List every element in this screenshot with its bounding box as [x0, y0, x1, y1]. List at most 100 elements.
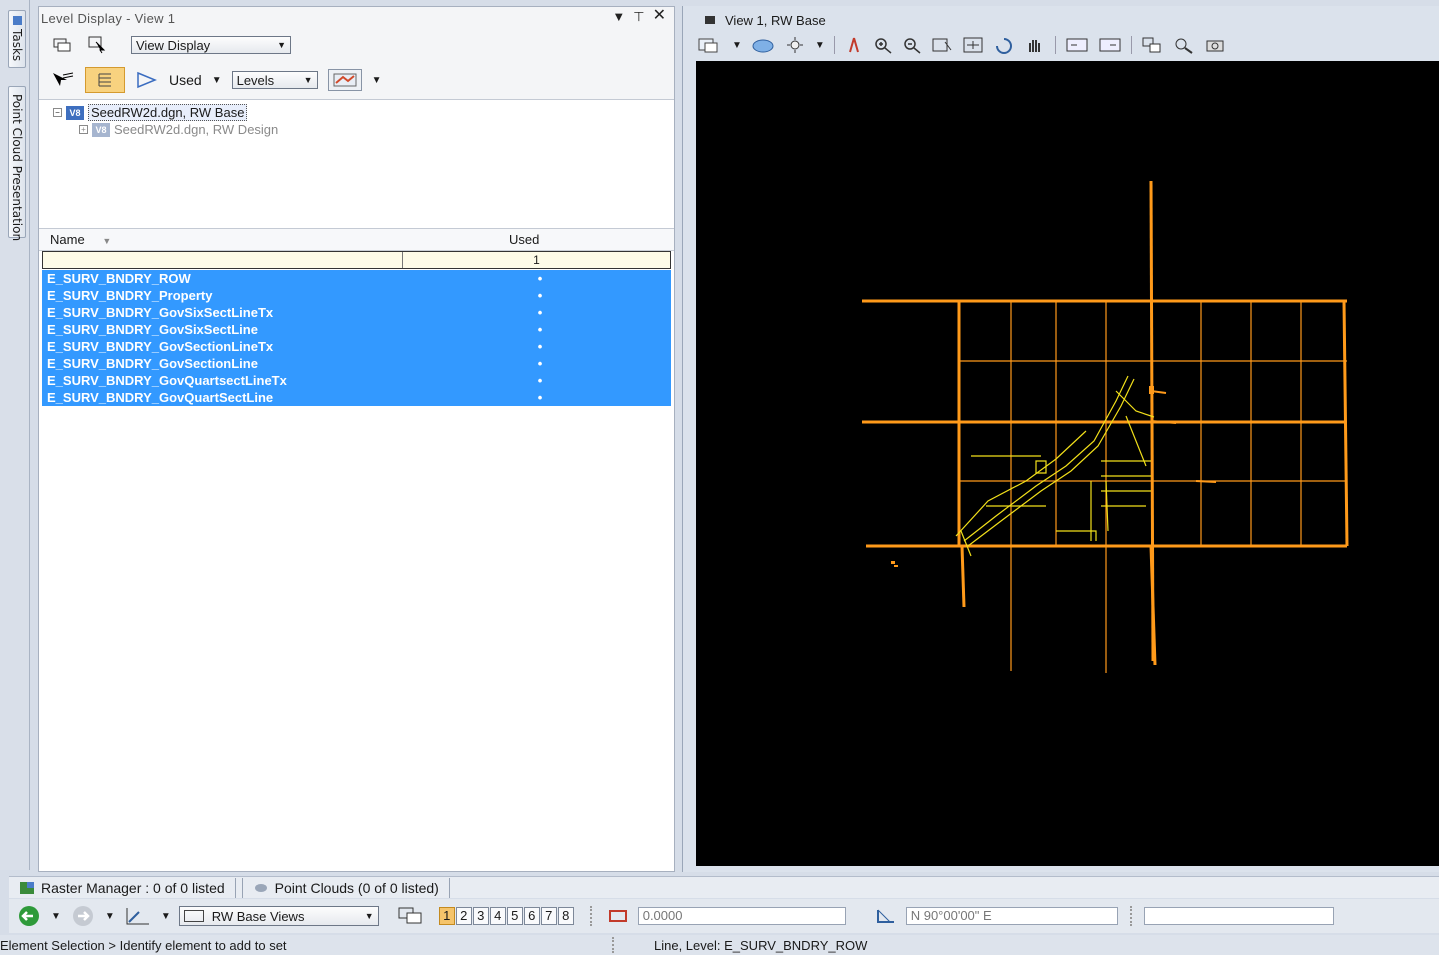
column-header-used[interactable]: Used — [509, 232, 539, 247]
drawing-canvas[interactable] — [696, 61, 1439, 866]
view-6-button[interactable]: 6 — [523, 907, 540, 925]
view-toolbar: ▼ ▼ — [697, 36, 1227, 54]
level-used-dot: • — [537, 390, 543, 405]
view-number-buttons: 12345678 — [438, 907, 574, 925]
levels-combo[interactable]: Levels ▼ — [231, 71, 318, 89]
level-row[interactable]: E_SURV_BNDRY_GovQuartSectLine • — [42, 389, 671, 406]
point-cloud-tab[interactable]: Point Cloud Presentation — [8, 86, 26, 241]
view-display-combo[interactable]: View Display ▼ — [131, 36, 291, 54]
level-name: E_SURV_BNDRY_GovSixSectLineTx — [47, 305, 274, 320]
dgn-model-icon: V8 — [66, 105, 84, 120]
extra-input-field[interactable] — [1143, 907, 1334, 925]
level-name: E_SURV_BNDRY_GovSectionLine — [47, 356, 258, 371]
panel-controls: ▼ ⊤ ✕ — [612, 8, 666, 25]
window-area-icon[interactable] — [931, 36, 953, 54]
saved-view-icon[interactable] — [123, 904, 153, 928]
level-used-dot: • — [537, 305, 543, 320]
level-manager-icon[interactable] — [51, 34, 75, 56]
panel-menu-icon[interactable]: ▼ — [612, 9, 625, 25]
view-previous-icon[interactable] — [1065, 36, 1089, 54]
view-next-icon[interactable] — [1098, 36, 1122, 54]
chevron-down-icon[interactable]: ▼ — [51, 911, 61, 922]
view-5-button[interactable]: 5 — [506, 907, 523, 925]
select-level-icon[interactable] — [85, 34, 109, 56]
fit-view-icon[interactable] — [962, 36, 984, 54]
view-8-button[interactable]: 8 — [557, 907, 574, 925]
filter-row[interactable]: 1 — [42, 251, 671, 269]
collapse-icon[interactable]: − — [53, 108, 62, 117]
level-row[interactable]: E_SURV_BNDRY_GovSectionLine • — [42, 355, 671, 372]
expand-icon[interactable]: + — [79, 125, 88, 134]
saved-views-combo[interactable]: RW Base Views ▼ — [178, 906, 379, 926]
chevron-down-icon[interactable]: ▼ — [161, 911, 171, 922]
bearing-field[interactable]: N 90°00'00" E — [905, 907, 1118, 925]
pan-view-icon[interactable] — [1024, 36, 1046, 54]
view-display-value: View Display — [136, 37, 211, 53]
saved-views-value: RW Base Views — [211, 908, 305, 924]
toolbar-separator — [589, 906, 592, 926]
status-bar: Element Selection > Identify element to … — [0, 935, 1439, 955]
back-icon[interactable] — [15, 904, 43, 928]
tree-node-label: SeedRW2d.dgn, RW Design — [114, 122, 279, 137]
view-2-button[interactable]: 2 — [455, 907, 472, 925]
survey-boundary-drawing — [862, 180, 1349, 673]
chevron-down-icon[interactable]: ▼ — [372, 75, 382, 86]
filter-icon[interactable] — [135, 69, 159, 91]
view-menu-icon[interactable] — [705, 16, 715, 24]
tree-node-rw-design[interactable]: + V8 SeedRW2d.dgn, RW Design — [79, 122, 278, 137]
view-groups-icon[interactable] — [395, 905, 431, 927]
level-row[interactable]: E_SURV_BNDRY_GovSixSectLine • — [42, 321, 671, 338]
point-clouds-tab[interactable]: Point Clouds (0 of 0 listed) — [241, 877, 450, 898]
side-tab-strip: Tasks Point Cloud Presentation — [0, 0, 30, 870]
level-display-panel: Level Display - View 1 ▼ ⊤ ✕ View Displa… — [38, 6, 675, 872]
zoom-in-icon[interactable] — [873, 36, 893, 54]
lighting-icon[interactable] — [784, 36, 806, 54]
view-4-button[interactable]: 4 — [489, 907, 506, 925]
level-list-icon[interactable] — [85, 67, 125, 93]
status-prompt: Element Selection > Identify element to … — [0, 937, 287, 953]
level-row[interactable]: E_SURV_BNDRY_Property • — [42, 287, 671, 304]
symbology-icon[interactable] — [327, 69, 362, 91]
view-attributes-icon[interactable] — [697, 36, 723, 54]
level-row[interactable]: E_SURV_BNDRY_GovSixSectLineTx • — [42, 304, 671, 321]
level-grid: Name ▼ Used 1 E_SURV_BNDRY_ROW • E_SURV_BN… — [39, 229, 674, 871]
status-element-info: Line, Level: E_SURV_BNDRY_ROW — [654, 937, 868, 953]
chevron-down-icon[interactable]: ▼ — [105, 911, 115, 922]
level-row[interactable]: E_SURV_BNDRY_ROW • — [42, 270, 671, 287]
zoom-out-icon[interactable] — [902, 36, 922, 54]
level-used-dot: • — [537, 288, 543, 303]
column-header-name[interactable]: Name ▼ — [39, 232, 509, 247]
chevron-down-icon[interactable]: ▼ — [815, 40, 825, 51]
raster-icon — [20, 881, 34, 894]
used-filter-cell[interactable]: 1 — [403, 252, 670, 268]
level-name: E_SURV_BNDRY_GovQuartSectLine — [47, 390, 274, 405]
chevron-down-icon[interactable]: ▼ — [732, 40, 742, 51]
tree-node-label: SeedRW2d.dgn, RW Base — [88, 104, 248, 121]
clip-volume-icon[interactable] — [1172, 36, 1196, 54]
chevron-down-icon[interactable]: ▼ — [212, 75, 222, 86]
level-row[interactable]: E_SURV_BNDRY_GovQuartsectLineTx • — [42, 372, 671, 389]
used-filter-label[interactable]: Used — [169, 72, 202, 88]
rotate-view-icon[interactable] — [993, 36, 1015, 54]
pin-icon[interactable]: ⊤ — [633, 9, 644, 25]
tasks-tab[interactable]: Tasks — [8, 10, 26, 68]
grid-header: Name ▼ Used — [39, 229, 674, 251]
raster-manager-tab[interactable]: Raster Manager : 0 of 0 listed — [9, 877, 236, 898]
camera-icon[interactable] — [1205, 36, 1227, 54]
display-style-icon[interactable] — [751, 36, 775, 54]
distance-field[interactable]: 0.0000 — [637, 907, 846, 925]
copy-view-icon[interactable] — [1141, 36, 1163, 54]
forward-icon[interactable] — [69, 904, 97, 928]
level-name: E_SURV_BNDRY_GovSectionLineTx — [47, 339, 274, 354]
view-title: View 1, RW Base — [725, 12, 826, 28]
view-7-button[interactable]: 7 — [540, 907, 557, 925]
tree-node-rw-base[interactable]: − V8 SeedRW2d.dgn, RW Base — [53, 104, 248, 121]
point-cloud-tab-label: Point Cloud Presentation — [10, 94, 24, 242]
close-icon[interactable]: ✕ — [653, 8, 666, 25]
update-view-icon[interactable] — [844, 36, 864, 54]
level-row[interactable]: E_SURV_BNDRY_GovSectionLineTx • — [42, 338, 671, 355]
pointer-icon[interactable] — [51, 69, 75, 91]
name-filter-cell[interactable] — [43, 252, 403, 268]
view-1-button[interactable]: 1 — [438, 907, 455, 925]
view-3-button[interactable]: 3 — [472, 907, 489, 925]
